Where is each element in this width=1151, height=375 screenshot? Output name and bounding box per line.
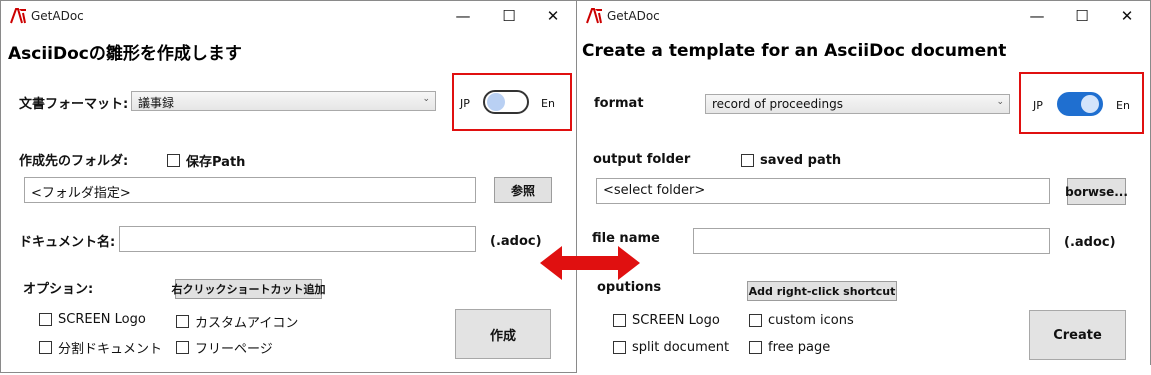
options-label: オプション:: [23, 282, 94, 297]
option-screen-logo[interactable]: SCREEN Logo: [39, 312, 146, 327]
checkbox-box: [176, 341, 189, 354]
toggle-knob: [487, 93, 505, 111]
doc-name-label: ドキュメント名:: [19, 235, 116, 250]
option-custom-icons[interactable]: カスタムアイコン: [176, 312, 298, 331]
window-title: GetADoc: [31, 9, 84, 23]
option-label: フリーページ: [195, 342, 273, 357]
format-dropdown[interactable]: record of proceedings ⌄: [705, 94, 1010, 114]
option-label: split document: [632, 340, 730, 355]
save-path-checkbox[interactable]: saved path: [741, 153, 841, 168]
option-split-document[interactable]: 分割ドキュメント: [39, 338, 162, 357]
save-path-checkbox[interactable]: 保存Path: [167, 151, 245, 170]
add-shortcut-button[interactable]: Add right-click shortcut: [747, 281, 897, 301]
language-toggle-switch[interactable]: [1057, 92, 1103, 116]
toggle-label-en: En: [1116, 99, 1130, 112]
checkbox-box: [749, 341, 762, 354]
option-free-page[interactable]: free page: [749, 340, 830, 355]
maximize-button[interactable]: ☐: [1060, 1, 1104, 31]
title-bar[interactable]: GetADoc — ☐ ✕: [577, 1, 1150, 31]
chevron-down-icon: ⌄: [422, 94, 430, 104]
chevron-down-icon: ⌄: [996, 97, 1004, 107]
format-dropdown[interactable]: 議事録 ⌄: [131, 91, 436, 111]
double-headed-arrow-icon: [540, 246, 640, 280]
format-dropdown-value: record of proceedings: [712, 97, 843, 111]
format-dropdown-value: 議事録: [138, 96, 175, 110]
app-logo-icon: [586, 8, 602, 24]
folder-label: 作成先のフォルダ:: [19, 154, 129, 169]
option-label: SCREEN Logo: [58, 312, 146, 327]
browse-button[interactable]: borwse...: [1065, 178, 1128, 205]
option-label: 分割ドキュメント: [58, 342, 163, 357]
option-label: カスタムアイコン: [195, 316, 299, 331]
checkbox-box: [39, 341, 52, 354]
toggle-label-en: En: [541, 97, 555, 110]
doc-name-input[interactable]: [693, 228, 1050, 254]
option-split-document[interactable]: split document: [613, 340, 729, 355]
checkbox-box: [741, 154, 754, 167]
page-title: Create a template for an AsciiDoc docume…: [582, 41, 1007, 61]
maximize-button[interactable]: ☐: [487, 1, 531, 31]
language-toggle-switch[interactable]: [483, 90, 529, 114]
checkbox-box: [749, 314, 762, 327]
checkbox-box: [39, 313, 52, 326]
format-label: format: [594, 96, 644, 111]
option-label: free page: [768, 340, 831, 355]
extension-label: (.adoc): [1064, 235, 1116, 250]
extension-label: (.adoc): [490, 234, 542, 249]
option-free-page[interactable]: フリーページ: [176, 338, 273, 357]
folder-input[interactable]: <select folder>: [596, 178, 1050, 204]
folder-label: output folder: [593, 152, 691, 167]
folder-input[interactable]: <フォルダ指定>: [24, 177, 476, 203]
window-title: GetADoc: [607, 9, 660, 23]
option-custom-icons[interactable]: custom icons: [749, 313, 854, 328]
en-window: GetADoc — ☐ ✕ Create a template for an A…: [576, 0, 1151, 365]
close-button[interactable]: ✕: [531, 1, 575, 31]
save-path-label: 保存Path: [186, 155, 246, 170]
toggle-label-jp: JP: [460, 97, 470, 110]
minimize-button[interactable]: —: [441, 1, 485, 31]
checkbox-box: [613, 314, 626, 327]
close-button[interactable]: ✕: [1105, 1, 1149, 31]
browse-button[interactable]: 参照: [494, 177, 552, 203]
option-label: SCREEN Logo: [632, 313, 720, 328]
checkbox-box: [176, 315, 189, 328]
checkbox-box: [167, 154, 180, 167]
toggle-knob: [1081, 95, 1099, 113]
toggle-label-jp: JP: [1033, 99, 1043, 112]
doc-name-input[interactable]: [119, 226, 476, 252]
checkbox-box: [613, 341, 626, 354]
app-logo-icon: [10, 8, 26, 24]
option-screen-logo[interactable]: SCREEN Logo: [613, 313, 720, 328]
format-label: 文書フォーマット:: [19, 97, 129, 112]
save-path-label: saved path: [760, 153, 842, 168]
create-button[interactable]: 作成: [455, 309, 551, 359]
jp-window: GetADoc — ☐ ✕ AsciiDocの雛形を作成します 文書フォーマット…: [0, 0, 577, 373]
option-label: custom icons: [768, 313, 854, 328]
create-button[interactable]: Create: [1029, 310, 1126, 360]
page-title: AsciiDocの雛形を作成します: [8, 44, 242, 64]
add-shortcut-button[interactable]: 右クリックショートカット追加: [172, 279, 326, 299]
title-bar[interactable]: GetADoc — ☐ ✕: [1, 1, 576, 31]
minimize-button[interactable]: —: [1015, 1, 1059, 31]
